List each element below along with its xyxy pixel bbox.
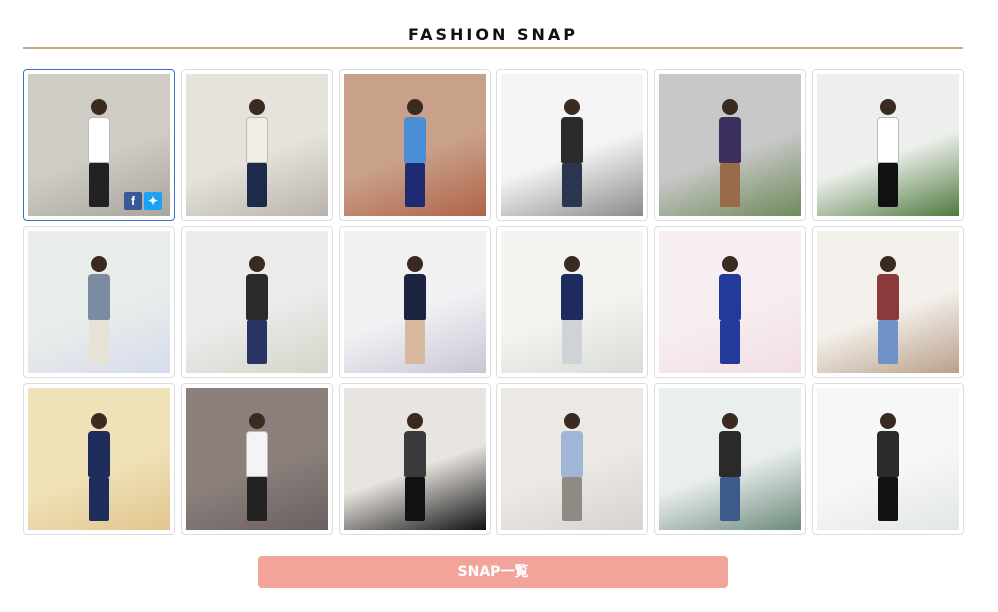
snap-photo [28, 231, 170, 373]
snap-thumbnail[interactable] [496, 226, 649, 378]
person-figure [561, 256, 584, 365]
snap-photo [659, 231, 802, 373]
person-figure [88, 256, 110, 365]
snap-photo [659, 74, 802, 216]
person-figure [719, 413, 742, 522]
person-figure [719, 256, 742, 365]
snap-photo [343, 231, 486, 373]
snap-photo: f ✦ [28, 74, 170, 216]
facebook-icon[interactable]: f [124, 192, 142, 210]
snap-photo [343, 388, 486, 530]
twitter-icon[interactable]: ✦ [144, 192, 162, 210]
snap-thumbnail[interactable] [338, 383, 491, 535]
person-figure [876, 99, 899, 208]
snap-thumbnail[interactable] [811, 69, 964, 221]
person-figure [561, 413, 584, 522]
person-figure [403, 256, 426, 365]
person-figure [403, 99, 426, 208]
snap-thumbnail[interactable] [180, 226, 333, 378]
snap-thumbnail[interactable] [654, 226, 807, 378]
snap-thumbnail[interactable] [338, 226, 491, 378]
person-figure [245, 413, 268, 522]
person-figure [403, 413, 426, 522]
snap-photo [816, 388, 959, 530]
snap-thumbnail[interactable] [496, 383, 649, 535]
snap-photo [659, 388, 802, 530]
share-buttons: f ✦ [124, 192, 162, 210]
snap-photo [185, 231, 328, 373]
snap-thumbnail[interactable] [338, 69, 491, 221]
snap-photo [185, 74, 328, 216]
person-figure [88, 99, 110, 208]
snap-thumbnail[interactable] [23, 383, 175, 535]
person-figure [245, 256, 268, 365]
snap-thumbnail[interactable] [496, 69, 649, 221]
snap-grid: f ✦ [23, 69, 964, 535]
snap-photo [816, 231, 959, 373]
snap-thumbnail[interactable]: f ✦ [23, 69, 175, 221]
snap-photo [501, 231, 644, 373]
person-figure [876, 413, 899, 522]
snap-photo [185, 388, 328, 530]
snap-photo [501, 388, 644, 530]
snap-thumbnail[interactable] [23, 226, 175, 378]
section-header: FASHION SNAP [23, 22, 963, 49]
snap-thumbnail[interactable] [811, 383, 964, 535]
snap-photo [343, 74, 486, 216]
person-figure [876, 256, 899, 365]
person-figure [245, 99, 268, 208]
snap-list-button[interactable]: SNAP一覧 [258, 556, 728, 588]
snap-thumbnail[interactable] [654, 383, 807, 535]
snap-thumbnail[interactable] [180, 69, 333, 221]
snap-thumbnail[interactable] [811, 226, 964, 378]
snap-photo [28, 388, 170, 530]
header-divider [23, 47, 963, 49]
section-title: FASHION SNAP [408, 25, 578, 44]
snap-thumbnail[interactable] [654, 69, 807, 221]
snap-photo [501, 74, 644, 216]
person-figure [561, 99, 584, 208]
snap-photo [816, 74, 959, 216]
person-figure [88, 413, 110, 522]
snap-thumbnail[interactable] [180, 383, 333, 535]
person-figure [719, 99, 742, 208]
